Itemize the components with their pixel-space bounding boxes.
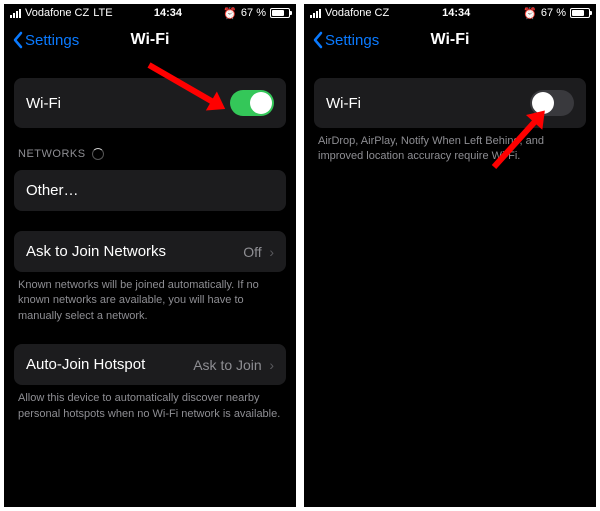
carrier-label: Vodafone CZ xyxy=(325,7,389,19)
chevron-right-icon: › xyxy=(269,244,274,260)
auto-join-value: Ask to Join xyxy=(193,357,261,373)
other-label: Other… xyxy=(26,182,79,199)
back-label: Settings xyxy=(325,32,379,49)
chevron-left-icon xyxy=(12,31,23,49)
networks-header: NETWORKS xyxy=(14,148,286,160)
signal-icon xyxy=(310,9,321,18)
carrier-label: Vodafone CZ xyxy=(25,7,89,19)
spinner-icon xyxy=(92,148,104,160)
signal-icon xyxy=(10,9,21,18)
auto-join-hotspot-row[interactable]: Auto-Join Hotspot Ask to Join › xyxy=(14,344,286,385)
auto-join-footer: Allow this device to automatically disco… xyxy=(14,391,286,422)
wifi-label: Wi-Fi xyxy=(26,95,61,112)
nav-bar: Settings Wi-Fi xyxy=(304,22,596,58)
wifi-off-footer: AirDrop, AirPlay, Notify When Left Behin… xyxy=(314,134,586,165)
alarm-icon: ⏰ xyxy=(523,7,537,20)
wifi-label: Wi-Fi xyxy=(326,95,361,112)
back-button[interactable]: Settings xyxy=(12,31,79,49)
clock: 14:34 xyxy=(113,7,224,19)
screenshot-wifi-on: Vodafone CZ LTE 14:34 ⏰ 67 % Settings Wi… xyxy=(4,4,296,507)
ask-to-join-row[interactable]: Ask to Join Networks Off › xyxy=(14,231,286,272)
back-button[interactable]: Settings xyxy=(312,31,379,49)
chevron-right-icon: › xyxy=(269,357,274,373)
status-bar: Vodafone CZ 14:34 ⏰ 67 % xyxy=(304,4,596,22)
ask-to-join-label: Ask to Join Networks xyxy=(26,243,166,260)
battery-icon xyxy=(570,8,590,18)
nav-bar: Settings Wi-Fi xyxy=(4,22,296,58)
battery-icon xyxy=(270,8,290,18)
other-network-row[interactable]: Other… xyxy=(14,170,286,211)
status-bar: Vodafone CZ LTE 14:34 ⏰ 67 % xyxy=(4,4,296,22)
network-label: LTE xyxy=(93,7,112,19)
wifi-toggle-row[interactable]: Wi-Fi xyxy=(14,78,286,128)
wifi-toggle[interactable] xyxy=(230,90,274,116)
clock: 14:34 xyxy=(389,7,523,19)
chevron-left-icon xyxy=(312,31,323,49)
back-label: Settings xyxy=(25,32,79,49)
battery-percent: 67 % xyxy=(241,7,266,19)
auto-join-label: Auto-Join Hotspot xyxy=(26,356,145,373)
alarm-icon: ⏰ xyxy=(223,7,237,20)
ask-to-join-value: Off xyxy=(243,244,261,260)
ask-to-join-footer: Known networks will be joined automatica… xyxy=(14,278,286,324)
screenshot-wifi-off: Vodafone CZ 14:34 ⏰ 67 % Settings Wi-Fi … xyxy=(304,4,596,507)
battery-percent: 67 % xyxy=(541,7,566,19)
